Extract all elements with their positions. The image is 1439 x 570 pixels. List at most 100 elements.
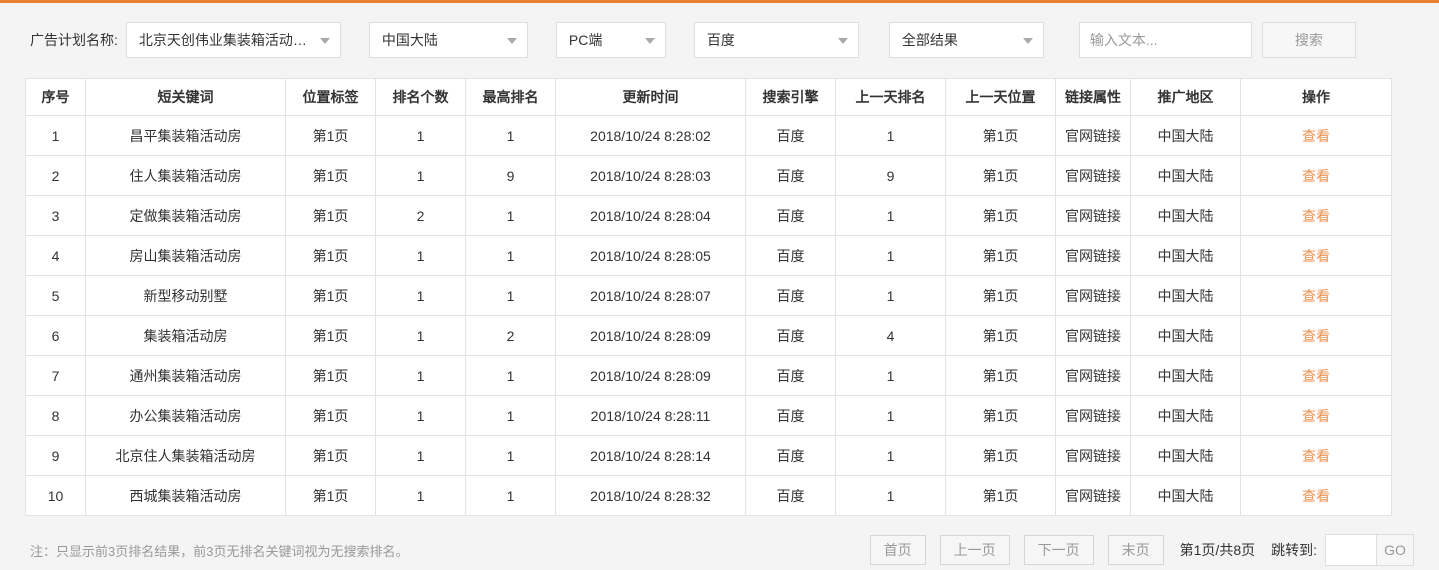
table-row: 6 集装箱活动房 第1页 1 2 2018/10/24 8:28:09 百度 4 第1页 官网链接… bbox=[25, 315, 1392, 356]
table-row: 7 通州集装箱活动房 第1页 1 1 2018/10/24 8:28:09 百度 1 第1页 官网… bbox=[25, 355, 1392, 396]
table-cell: 1 bbox=[835, 395, 946, 436]
table-cell: 2018/10/24 8:28:04 bbox=[555, 195, 746, 236]
table-cell: 中国大陆 bbox=[1130, 395, 1241, 436]
table-cell: 1 bbox=[465, 355, 556, 396]
view-link[interactable]: 查看 bbox=[1302, 408, 1330, 424]
column-header: 上一天位置 bbox=[945, 78, 1056, 116]
view-link[interactable]: 查看 bbox=[1302, 488, 1330, 504]
table-cell-action: 查看 bbox=[1240, 435, 1392, 476]
column-header: 排名个数 bbox=[375, 78, 466, 116]
table-cell: 昌平集装箱活动房 bbox=[85, 115, 286, 156]
table-cell: 1 bbox=[465, 115, 556, 156]
first-page-button[interactable]: 首页 bbox=[869, 535, 926, 565]
region-select[interactable]: 中国大陆 bbox=[368, 21, 528, 58]
search-engine-select-value: 百度 bbox=[706, 31, 735, 48]
table-cell: 第1页 bbox=[285, 155, 376, 196]
column-header: 上一天排名 bbox=[835, 78, 946, 116]
table-cell: 1 bbox=[835, 435, 946, 476]
chevron-down-icon bbox=[1022, 37, 1033, 44]
table-cell: 第1页 bbox=[285, 195, 376, 236]
view-link[interactable]: 查看 bbox=[1302, 208, 1330, 224]
table-cell: 1 bbox=[375, 475, 466, 516]
table-cell: 第1页 bbox=[945, 355, 1056, 396]
result-scope-select[interactable]: 全部结果 bbox=[888, 21, 1044, 58]
table-cell: 官网链接 bbox=[1055, 235, 1131, 276]
table-cell: 2018/10/24 8:28:07 bbox=[555, 275, 746, 316]
search-button[interactable]: 搜索 bbox=[1261, 21, 1356, 58]
table-cell: 2018/10/24 8:28:09 bbox=[555, 315, 746, 356]
column-header: 搜索引擎 bbox=[745, 78, 836, 116]
table-cell: 百度 bbox=[745, 115, 836, 156]
view-link[interactable]: 查看 bbox=[1302, 368, 1330, 384]
table-cell: 中国大陆 bbox=[1130, 435, 1241, 476]
chevron-down-icon bbox=[506, 37, 517, 44]
table-row: 3 定做集装箱活动房 第1页 2 1 2018/10/24 8:28:04 百度 1 第1页 官网… bbox=[25, 195, 1392, 236]
table-cell: 4 bbox=[835, 315, 946, 356]
jump-page-input[interactable] bbox=[1325, 534, 1377, 566]
table-cell: 百度 bbox=[745, 195, 836, 236]
column-header: 位置标签 bbox=[285, 78, 376, 116]
table-cell: 中国大陆 bbox=[1130, 275, 1241, 316]
table-cell: 1 bbox=[465, 275, 556, 316]
table-cell: 2018/10/24 8:28:32 bbox=[555, 475, 746, 516]
table-cell: 百度 bbox=[745, 275, 836, 316]
table-cell: 中国大陆 bbox=[1130, 155, 1241, 196]
table-cell: 2 bbox=[375, 195, 466, 236]
last-page-button[interactable]: 末页 bbox=[1107, 535, 1164, 565]
table-row: 9 北京住人集装箱活动房 第1页 1 1 2018/10/24 8:28:14 百度 1 第1页… bbox=[25, 435, 1392, 476]
table-row: 4 房山集装箱活动房 第1页 1 1 2018/10/24 8:28:05 百度 1 第1页 官网… bbox=[25, 235, 1392, 276]
view-link[interactable]: 查看 bbox=[1302, 288, 1330, 304]
device-select-value: PC端 bbox=[568, 31, 603, 48]
view-link[interactable]: 查看 bbox=[1302, 448, 1330, 464]
table-cell: 1 bbox=[375, 435, 466, 476]
search-engine-select[interactable]: 百度 bbox=[693, 21, 859, 58]
table-cell: 5 bbox=[25, 275, 86, 316]
table-cell: 第1页 bbox=[285, 475, 376, 516]
table-cell: 新型移动别墅 bbox=[85, 275, 286, 316]
table-cell: 定做集装箱活动房 bbox=[85, 195, 286, 236]
table-cell: 第1页 bbox=[285, 115, 376, 156]
view-link[interactable]: 查看 bbox=[1302, 328, 1330, 344]
table-cell: 6 bbox=[25, 315, 86, 356]
table-cell: 通州集装箱活动房 bbox=[85, 355, 286, 396]
table-cell-action: 查看 bbox=[1240, 275, 1392, 316]
table-cell: 1 bbox=[375, 355, 466, 396]
device-select[interactable]: PC端 bbox=[555, 21, 666, 58]
table-cell: 中国大陆 bbox=[1130, 195, 1241, 236]
table-cell: 百度 bbox=[745, 235, 836, 276]
table-cell: 1 bbox=[835, 355, 946, 396]
table-cell: 官网链接 bbox=[1055, 155, 1131, 196]
prev-page-button[interactable]: 上一页 bbox=[939, 535, 1010, 565]
table-cell-action: 查看 bbox=[1240, 355, 1392, 396]
table-cell: 7 bbox=[25, 355, 86, 396]
table-cell: 百度 bbox=[745, 315, 836, 356]
keyword-search-input[interactable] bbox=[1078, 21, 1252, 58]
table-cell: 官网链接 bbox=[1055, 355, 1131, 396]
table-cell: 官网链接 bbox=[1055, 475, 1131, 516]
column-header: 最高排名 bbox=[465, 78, 556, 116]
column-header: 序号 bbox=[25, 78, 86, 116]
table-row: 8 办公集装箱活动房 第1页 1 1 2018/10/24 8:28:11 百度 1 第1页 官网… bbox=[25, 395, 1392, 436]
table-cell: 2 bbox=[25, 155, 86, 196]
table-cell: 中国大陆 bbox=[1130, 115, 1241, 156]
view-link[interactable]: 查看 bbox=[1302, 168, 1330, 184]
go-button[interactable]: GO bbox=[1376, 534, 1414, 566]
table-cell: 1 bbox=[465, 435, 556, 476]
view-link[interactable]: 查看 bbox=[1302, 128, 1330, 144]
table-cell: 1 bbox=[835, 115, 946, 156]
table-cell: 第1页 bbox=[285, 435, 376, 476]
table-cell: 官网链接 bbox=[1055, 195, 1131, 236]
table-cell: 第1页 bbox=[945, 235, 1056, 276]
plan-select[interactable]: 北京天创伟业集装箱活动房有... bbox=[125, 21, 341, 58]
column-header: 链接属性 bbox=[1055, 78, 1131, 116]
chevron-down-icon bbox=[319, 37, 330, 44]
table-cell: 第1页 bbox=[945, 195, 1056, 236]
table-row: 5 新型移动别墅 第1页 1 1 2018/10/24 8:28:07 百度 1 第1页 官网链接… bbox=[25, 275, 1392, 316]
view-link[interactable]: 查看 bbox=[1302, 248, 1330, 264]
table-cell: 1 bbox=[25, 115, 86, 156]
next-page-button[interactable]: 下一页 bbox=[1023, 535, 1094, 565]
keyword-ranking-table: 序号 短关键词 位置标签 排名个数 最高排名 更新时间 搜索引擎 上一天排名 上一天位置 链接属性… bbox=[25, 78, 1392, 516]
table-cell: 百度 bbox=[745, 475, 836, 516]
table-cell: 第1页 bbox=[285, 355, 376, 396]
table-cell: 官网链接 bbox=[1055, 315, 1131, 356]
